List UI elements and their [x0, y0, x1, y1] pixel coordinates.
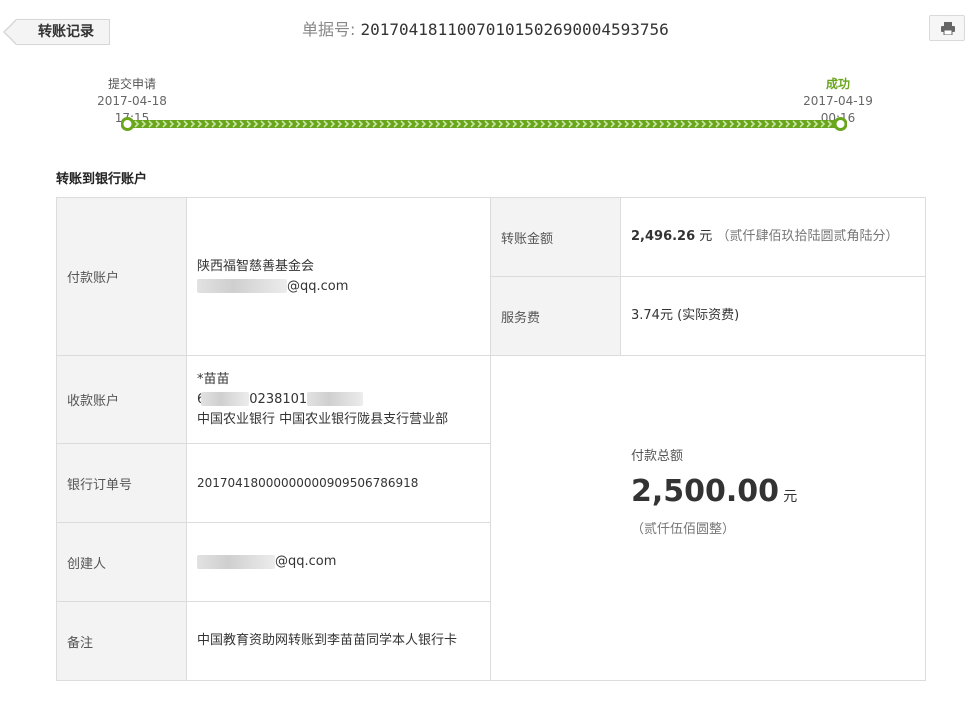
print-button[interactable] — [929, 15, 965, 41]
step-success-title: 成功 — [825, 77, 850, 91]
masked-creator-email — [197, 554, 275, 569]
transfer-amount-words: （贰仟肆佰玖拾陆圆贰角陆分） — [716, 229, 899, 244]
payee-name: *苗苗 — [197, 371, 230, 387]
payee-label: 收款账户 — [57, 356, 187, 444]
remark-value: 中国教育资助网转账到李苗苗同学本人银行卡 — [187, 602, 491, 680]
progress-end-node — [833, 117, 847, 131]
transfer-detail-table: 付款账户 陕西福智慈善基金会 @qq.com 转账金额 2,496.26 元 （… — [56, 197, 926, 681]
bank-order-label: 银行订单号 — [57, 444, 187, 523]
section-title: 转账到银行账户 — [56, 172, 148, 187]
printer-icon — [941, 22, 955, 35]
payee-value: *苗苗 60238101 中国农业银行 中国农业银行陇县支行营业部 — [187, 356, 491, 444]
creator-email-suffix: @qq.com — [275, 554, 337, 569]
masked-account-part-1 — [201, 392, 250, 406]
back-to-transfer-records-button[interactable]: 转账记录 — [3, 19, 110, 45]
payer-value: 陕西福智慈善基金会 @qq.com — [187, 198, 491, 356]
payee-account-mid: 0238101 — [249, 391, 308, 407]
creator-label: 创建人 — [57, 523, 187, 602]
total-amount-number: 2,500.00 — [631, 474, 780, 509]
total-amount-unit: 元 — [783, 489, 798, 505]
payer-name: 陕西福智慈善基金会 — [197, 258, 315, 274]
service-fee-label: 服务费 — [491, 277, 621, 356]
transfer-amount-value: 2,496.26 元 （贰仟肆佰玖拾陆圆贰角陆分） — [621, 198, 925, 277]
progress-track — [121, 117, 847, 131]
transfer-amount-label: 转账金额 — [491, 198, 621, 277]
order-number-value: 20170418110070101502690004593756 — [360, 20, 669, 39]
order-number-line: 单据号: 20170418110070101502690004593756 — [302, 19, 669, 41]
step-submitted-title: 提交申请 — [107, 77, 156, 91]
total-amount-box: 付款总额 2,500.00 元 （贰仟伍佰圆整） — [631, 448, 797, 537]
masked-account-part-2 — [307, 392, 364, 406]
progress-start-node — [121, 117, 135, 131]
order-number-label: 单据号: — [302, 20, 356, 39]
payee-account: 60238101 — [197, 390, 490, 410]
masked-email-prefix — [197, 279, 287, 293]
total-amount-words: （贰仟伍佰圆整） — [631, 522, 736, 537]
payee-bank: 中国农业银行 中国农业银行陇县支行营业部 — [197, 411, 449, 427]
payer-email: @qq.com — [197, 277, 490, 297]
bank-order-value: 20170418000000000909506786918 — [187, 444, 491, 523]
progress-bar — [121, 116, 847, 132]
service-fee-value: 3.74元 (实际资费) — [621, 277, 925, 356]
remark-label: 备注 — [57, 602, 187, 680]
payer-label: 付款账户 — [57, 198, 187, 356]
creator-value: @qq.com — [187, 523, 491, 602]
transfer-amount-unit: 元 — [699, 229, 713, 244]
payer-email-suffix: @qq.com — [287, 278, 349, 294]
total-label: 付款总额 — [631, 449, 684, 464]
transfer-amount-number: 2,496.26 — [631, 229, 696, 244]
